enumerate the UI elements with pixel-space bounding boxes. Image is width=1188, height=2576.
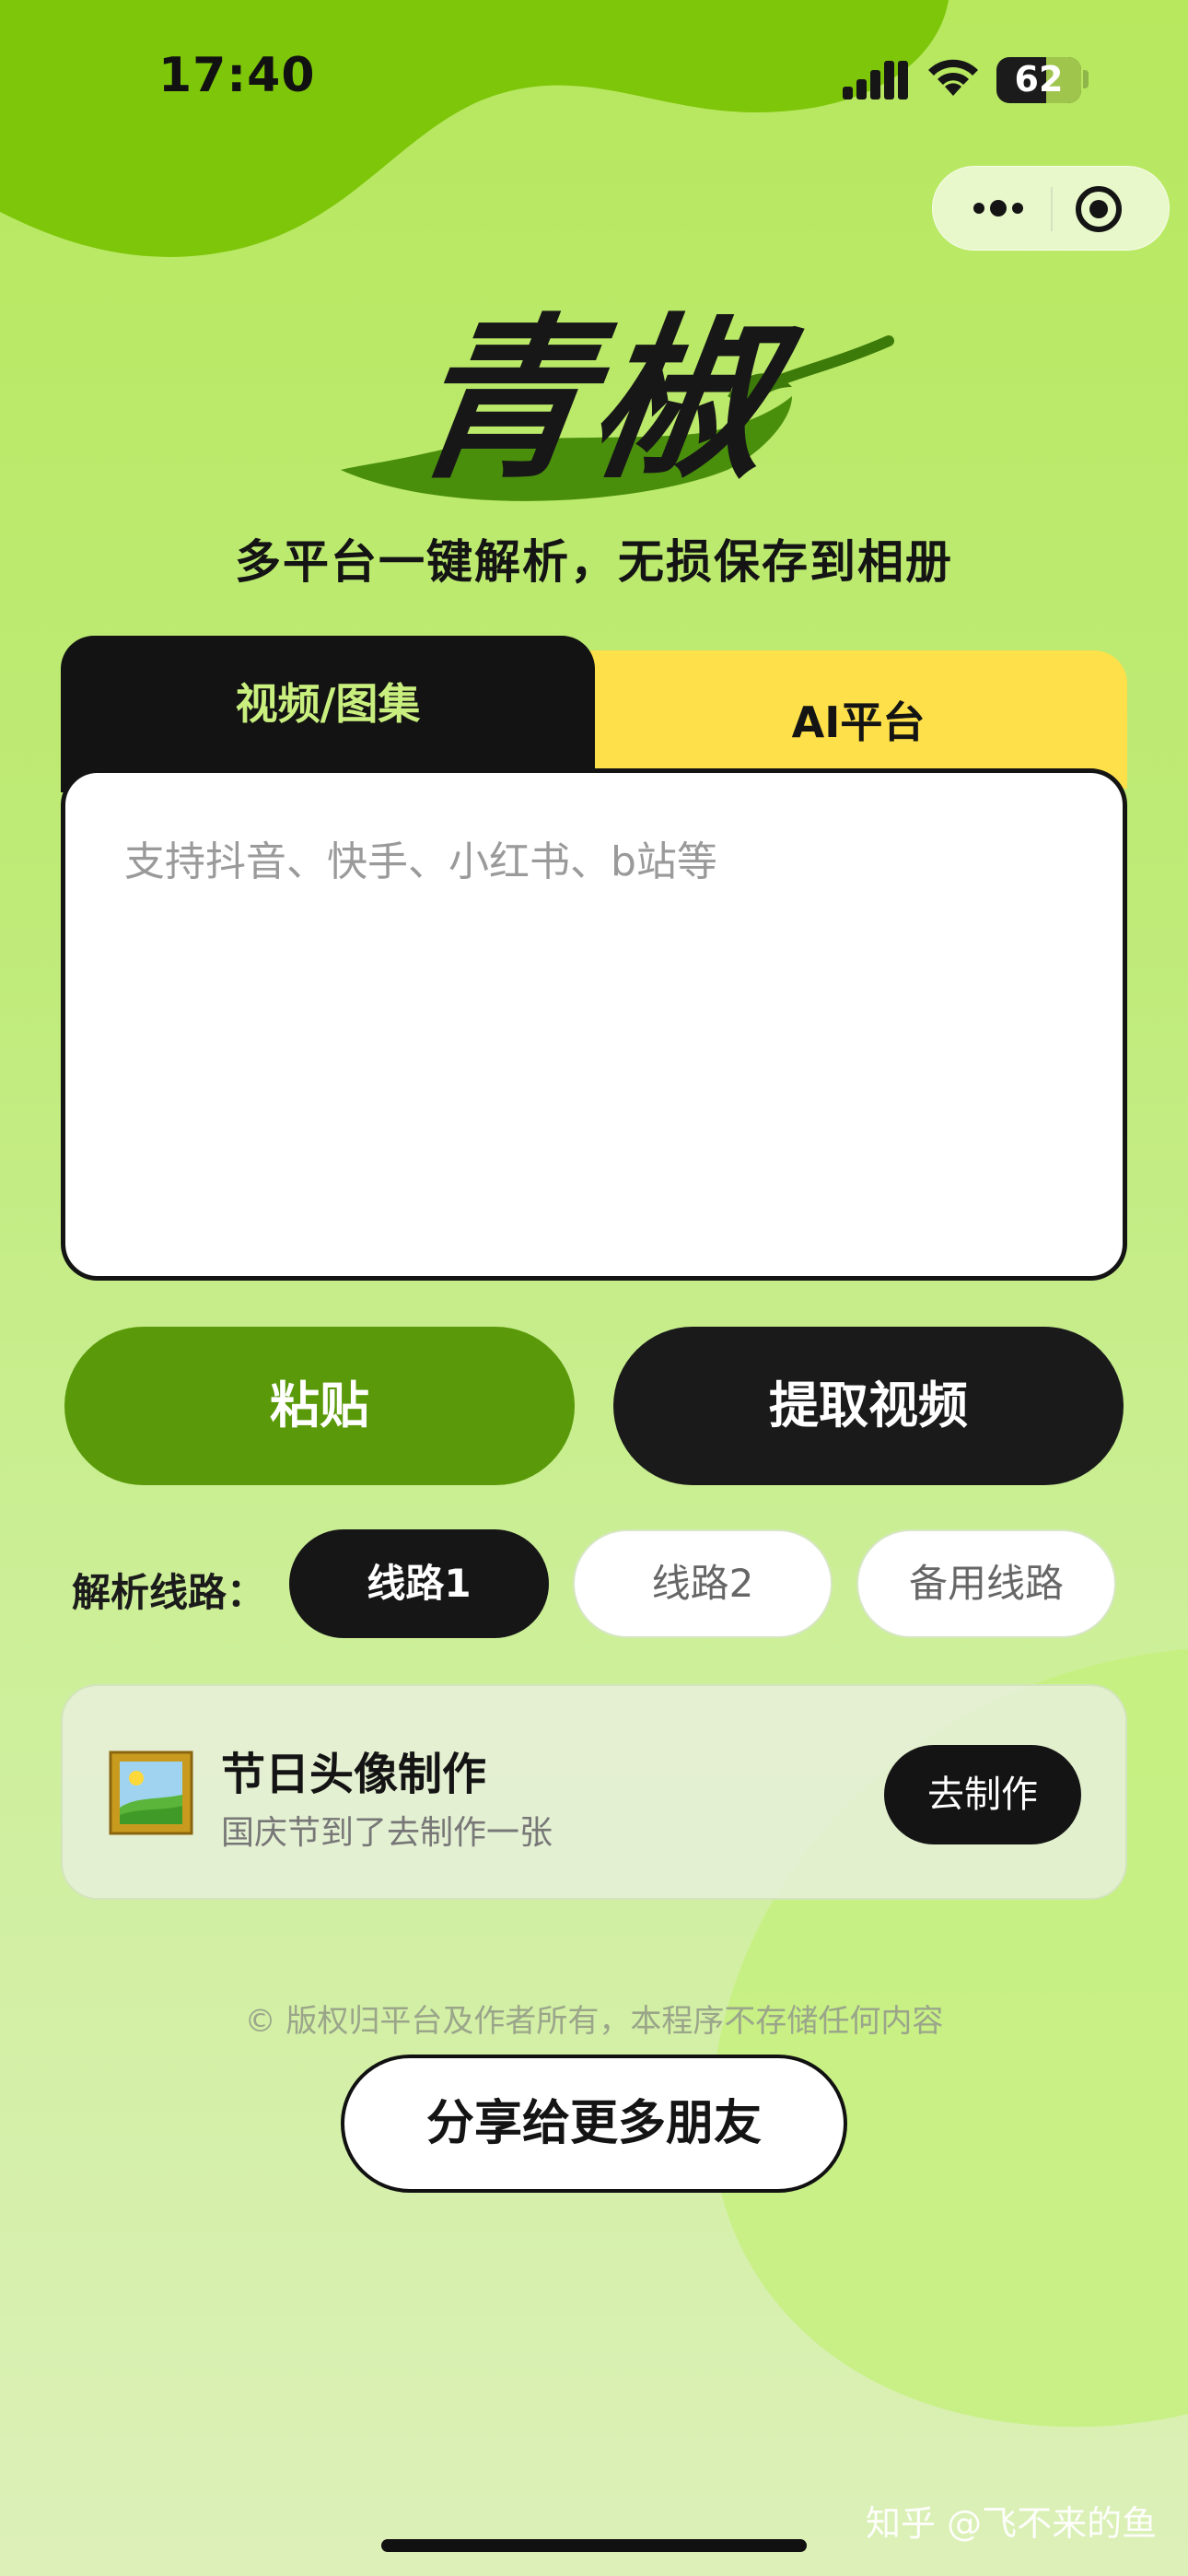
route-option-backup[interactable]: 备用线路 [856,1529,1116,1638]
home-indicator[interactable] [381,2539,807,2552]
more-icon[interactable] [966,185,1031,231]
miniprogram-capsule [932,166,1170,251]
link-input[interactable] [124,828,1064,1215]
go-make-button[interactable]: 去制作 [884,1745,1081,1844]
battery-tip [1083,70,1089,88]
paste-button[interactable]: 粘贴 [64,1327,575,1485]
capsule-divider [1051,187,1053,231]
route-option-1[interactable]: 线路1 [289,1529,549,1638]
status-time: 17:40 [158,48,316,103]
route-label: 解析线路： [72,1570,266,1615]
promo-title: 节日头像制作 [221,1749,487,1800]
tab-label: 视频/图集 [235,679,421,729]
tab-label: AI平台 [791,697,926,747]
promo-subtitle: 国庆节到了去制作一张 [221,1814,553,1852]
avatar-promo-card: 节日头像制作 国庆节到了去制作一张 去制作 [61,1684,1127,1900]
signal-icon [843,61,908,100]
watermark: 知乎 @飞不来的鱼 [866,2503,1158,2544]
link-input-card [61,768,1127,1281]
app-tagline: 多平台一键解析，无损保存到相册 [235,535,953,589]
wifi-icon [928,59,978,96]
route-option-2[interactable]: 线路2 [573,1529,833,1638]
top-background-blob [0,0,949,257]
battery-level-text: 62 [1014,59,1064,100]
extract-video-button[interactable]: 提取视频 [613,1327,1124,1485]
app-logo: 青椒 [400,299,786,502]
battery-icon: 62 [996,57,1081,103]
copyright-notice: © 版权归平台及作者所有，本程序不存储任何内容 [244,2003,944,2040]
close-miniprogram-icon[interactable] [1071,181,1126,237]
share-button[interactable]: 分享给更多朋友 [341,2055,847,2193]
framed-picture-icon [109,1751,193,1835]
